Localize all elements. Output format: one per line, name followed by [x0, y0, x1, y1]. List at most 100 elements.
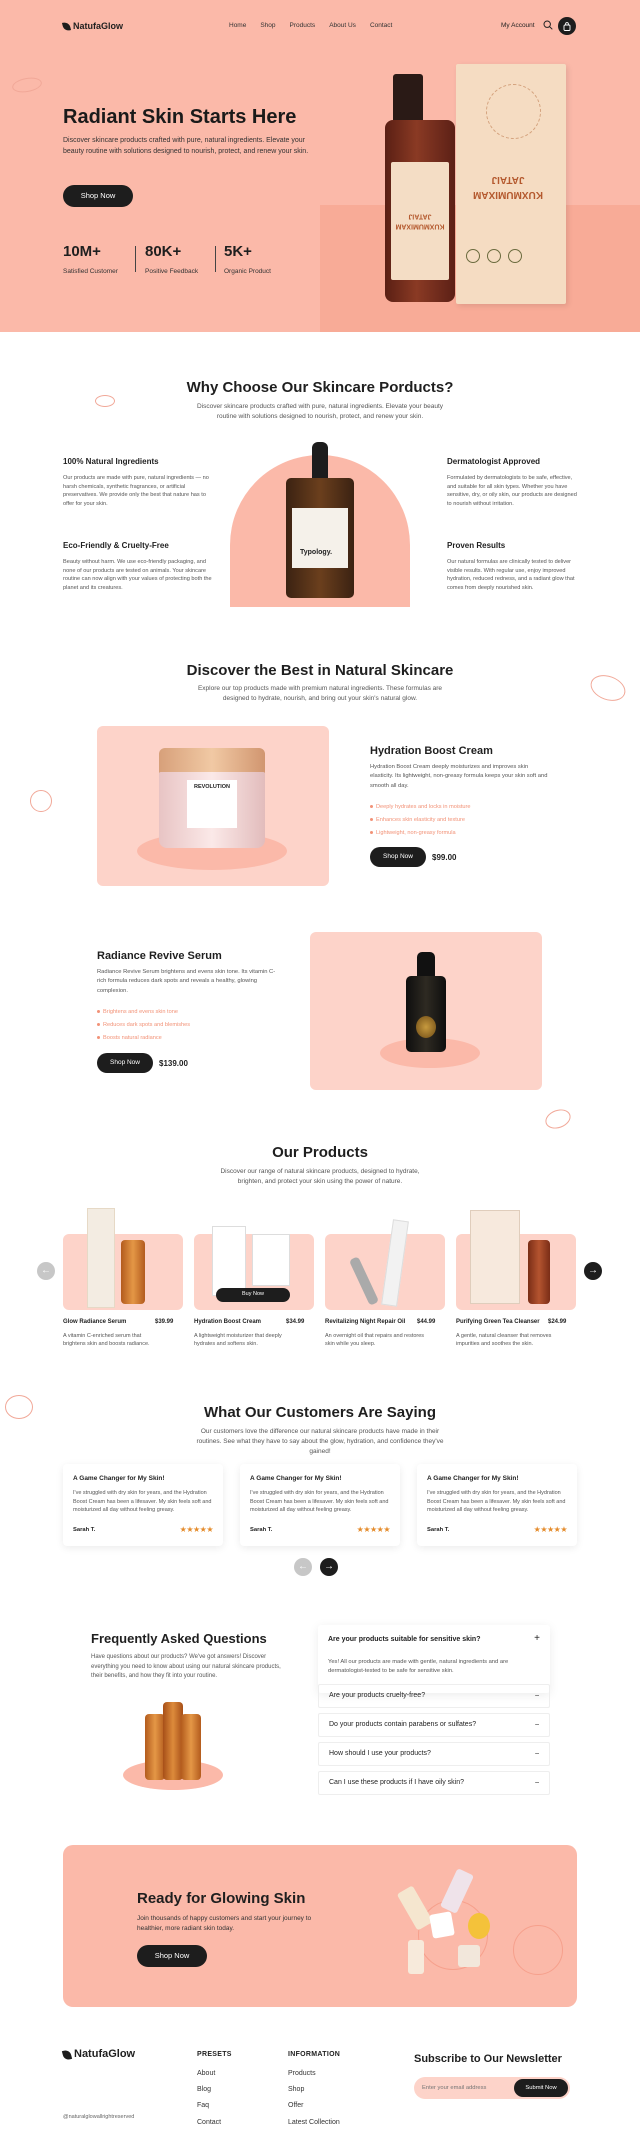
footer-logo[interactable]: NatufaGlow	[61, 2047, 135, 2063]
footer-link-offer[interactable]: Offer	[288, 2101, 340, 2111]
product-desc: A lightweight moisturizer that deeply hy…	[194, 1333, 282, 1348]
faq-item[interactable]: How should I use your products? –	[318, 1742, 550, 1766]
decor-ring	[95, 395, 115, 407]
product-price: $44.99	[417, 1319, 436, 1325]
decor-ring	[30, 790, 52, 812]
product-price: $24.99	[548, 1319, 567, 1325]
footer-link-latest[interactable]: Latest Collection	[288, 2118, 340, 2128]
decor-ring	[542, 1106, 574, 1132]
footer-link-blog[interactable]: Blog	[197, 2085, 232, 2095]
divider	[135, 246, 136, 272]
copyright: @naturalglowallrightreserved	[63, 2114, 135, 2120]
nav-about[interactable]: About Us	[329, 21, 356, 30]
minus-icon: –	[535, 1720, 539, 1728]
serum-title: Radiance Revive Serum	[97, 950, 222, 962]
feature-eco: Eco-Friendly & Cruelty-Free Beauty withou…	[63, 541, 212, 592]
feature-natural: 100% Natural Ingredients Our products are…	[63, 457, 209, 508]
stat-products: 5K+ Organic Product	[224, 243, 271, 275]
feature-results: Proven Results Our natural formulas are c…	[447, 541, 575, 592]
nav-home[interactable]: Home	[229, 21, 246, 30]
faq-item[interactable]: Can I use these products if I have oily …	[318, 1771, 550, 1795]
buy-now-button[interactable]: Buy Now	[216, 1288, 290, 1302]
cart-button[interactable]	[558, 17, 576, 35]
my-account-link[interactable]: My Account	[501, 21, 535, 30]
products-subtitle: Discover our range of natural skincare p…	[220, 1168, 420, 1186]
cream-title: Hydration Boost Cream	[370, 745, 493, 757]
cta-products-image	[396, 1865, 518, 1980]
decor-ring	[11, 75, 43, 95]
footer-link-about[interactable]: About	[197, 2069, 232, 2079]
product-name[interactable]: Hydration Boost Cream	[194, 1318, 261, 1327]
product-card[interactable]	[63, 1208, 183, 1310]
product-name[interactable]: Glow Radiance Serum	[63, 1318, 126, 1327]
plus-icon[interactable]: +	[534, 1632, 540, 1647]
reviews-prev-arrow[interactable]: ←	[294, 1558, 312, 1576]
serum-description: Radiance Revive Serum brightens and even…	[97, 969, 276, 994]
cream-benefits: Deeply hydrates and locks in moisture En…	[370, 803, 471, 842]
footer-link-faq[interactable]: Faq	[197, 2101, 232, 2111]
product-name[interactable]: Revitalizing Night Repair Oil	[325, 1318, 405, 1327]
product-desc: A gentle, natural cleanser that removes …	[456, 1333, 552, 1348]
minus-icon: –	[535, 1778, 539, 1786]
reviews-next-arrow[interactable]: →	[320, 1558, 338, 1576]
product-card[interactable]: Buy Now	[194, 1226, 314, 1310]
product-price: $39.99	[155, 1319, 174, 1325]
faq-subtitle: Have questions about our products? We've…	[91, 1654, 281, 1680]
products-next-arrow[interactable]: →	[584, 1262, 602, 1280]
cta-banner: Ready for Glowing Skin Join thousands of…	[63, 1845, 577, 2007]
serum-shop-now-button[interactable]: Shop Now	[97, 1053, 153, 1073]
nav-contact[interactable]: Contact	[370, 21, 392, 30]
product-box-image: KUXMUMIXAM JATAIJ	[456, 64, 566, 304]
footer-presets: PRESETS About Blog Faq Contact	[197, 2050, 232, 2134]
faq-item[interactable]: Are your products cruelty-free? –	[318, 1684, 550, 1708]
footer-link-shop[interactable]: Shop	[288, 2085, 340, 2095]
rating-stars: ★★★★★	[533, 1525, 568, 1535]
product-card[interactable]	[456, 1210, 576, 1310]
cream-description: Hydration Boost Cream deeply moisturizes…	[370, 764, 548, 789]
leaf-icon	[61, 2049, 73, 2061]
faq-open-item[interactable]: Are your products suitable for sensitive…	[318, 1625, 550, 1693]
serum-price: $139.00	[159, 1059, 188, 1068]
serum-bottle-image: KUXMUMIXAM JATAIJ	[385, 120, 455, 302]
faq-title: Frequently Asked Questions	[91, 1631, 267, 1646]
divider	[215, 246, 216, 272]
product-card[interactable]	[325, 1219, 445, 1310]
faq-bottles-image	[145, 1702, 201, 1782]
footer-link-products[interactable]: Products	[288, 2069, 340, 2079]
main-menu: Home Shop Products About Us Contact	[229, 21, 392, 30]
brand-logo[interactable]: NatufaGlow	[61, 20, 123, 33]
review-card: A Game Changer for My Skin! I've struggl…	[417, 1464, 577, 1546]
products-title: Our Products	[272, 1144, 368, 1161]
rating-stars: ★★★★★	[179, 1525, 214, 1535]
faq-item[interactable]: Do your products contain parabens or sul…	[318, 1713, 550, 1737]
hero-shop-now-button[interactable]: Shop Now	[63, 185, 133, 207]
feature-dermatologist: Dermatologist Approved Formulated by derm…	[447, 457, 577, 508]
minus-icon: –	[535, 1749, 539, 1757]
newsletter-title: Subscribe to Our Newsletter	[414, 2053, 562, 2065]
products-prev-arrow[interactable]: ←	[37, 1262, 55, 1280]
top-nav: NatufaGlow Home Shop Products About Us C…	[0, 17, 640, 35]
search-icon[interactable]	[543, 20, 553, 30]
nav-shop[interactable]: Shop	[260, 21, 275, 30]
product-name[interactable]: Purifying Green Tea Cleanser	[456, 1318, 540, 1327]
rating-stars: ★★★★★	[356, 1525, 391, 1535]
dropper-cap	[312, 442, 328, 482]
cream-shop-now-button[interactable]: Shop Now	[370, 847, 426, 867]
cta-shop-now-button[interactable]: Shop Now	[137, 1945, 207, 1967]
serum-benefits: Brightens and evens skin tone Reduces da…	[97, 1008, 190, 1047]
nav-products[interactable]: Products	[290, 21, 316, 30]
review-card: A Game Changer for My Skin! I've struggl…	[63, 1464, 223, 1546]
newsletter-submit-button[interactable]: Submit Now	[514, 2079, 568, 2097]
discover-title: Discover the Best in Natural Skincare	[186, 662, 454, 679]
reviews-subtitle: Our customers love the difference our na…	[196, 1428, 444, 1456]
review-card: A Game Changer for My Skin! I've struggl…	[240, 1464, 400, 1546]
footer-link-contact[interactable]: Contact	[197, 2118, 232, 2128]
newsletter-email-input[interactable]	[422, 2081, 512, 2095]
cream-image-card: REVOLUTION	[97, 726, 329, 886]
cta-title: Ready for Glowing Skin	[137, 1890, 306, 1907]
newsletter-form: Submit Now	[414, 2077, 570, 2099]
product-desc: An overnight oil that repairs and restor…	[325, 1333, 425, 1348]
typology-bottle-image: Typology.	[286, 478, 354, 598]
cta-text: Join thousands of happy customers and st…	[137, 1915, 312, 1933]
footer-information: INFORMATION Products Shop Offer Latest C…	[288, 2050, 340, 2134]
